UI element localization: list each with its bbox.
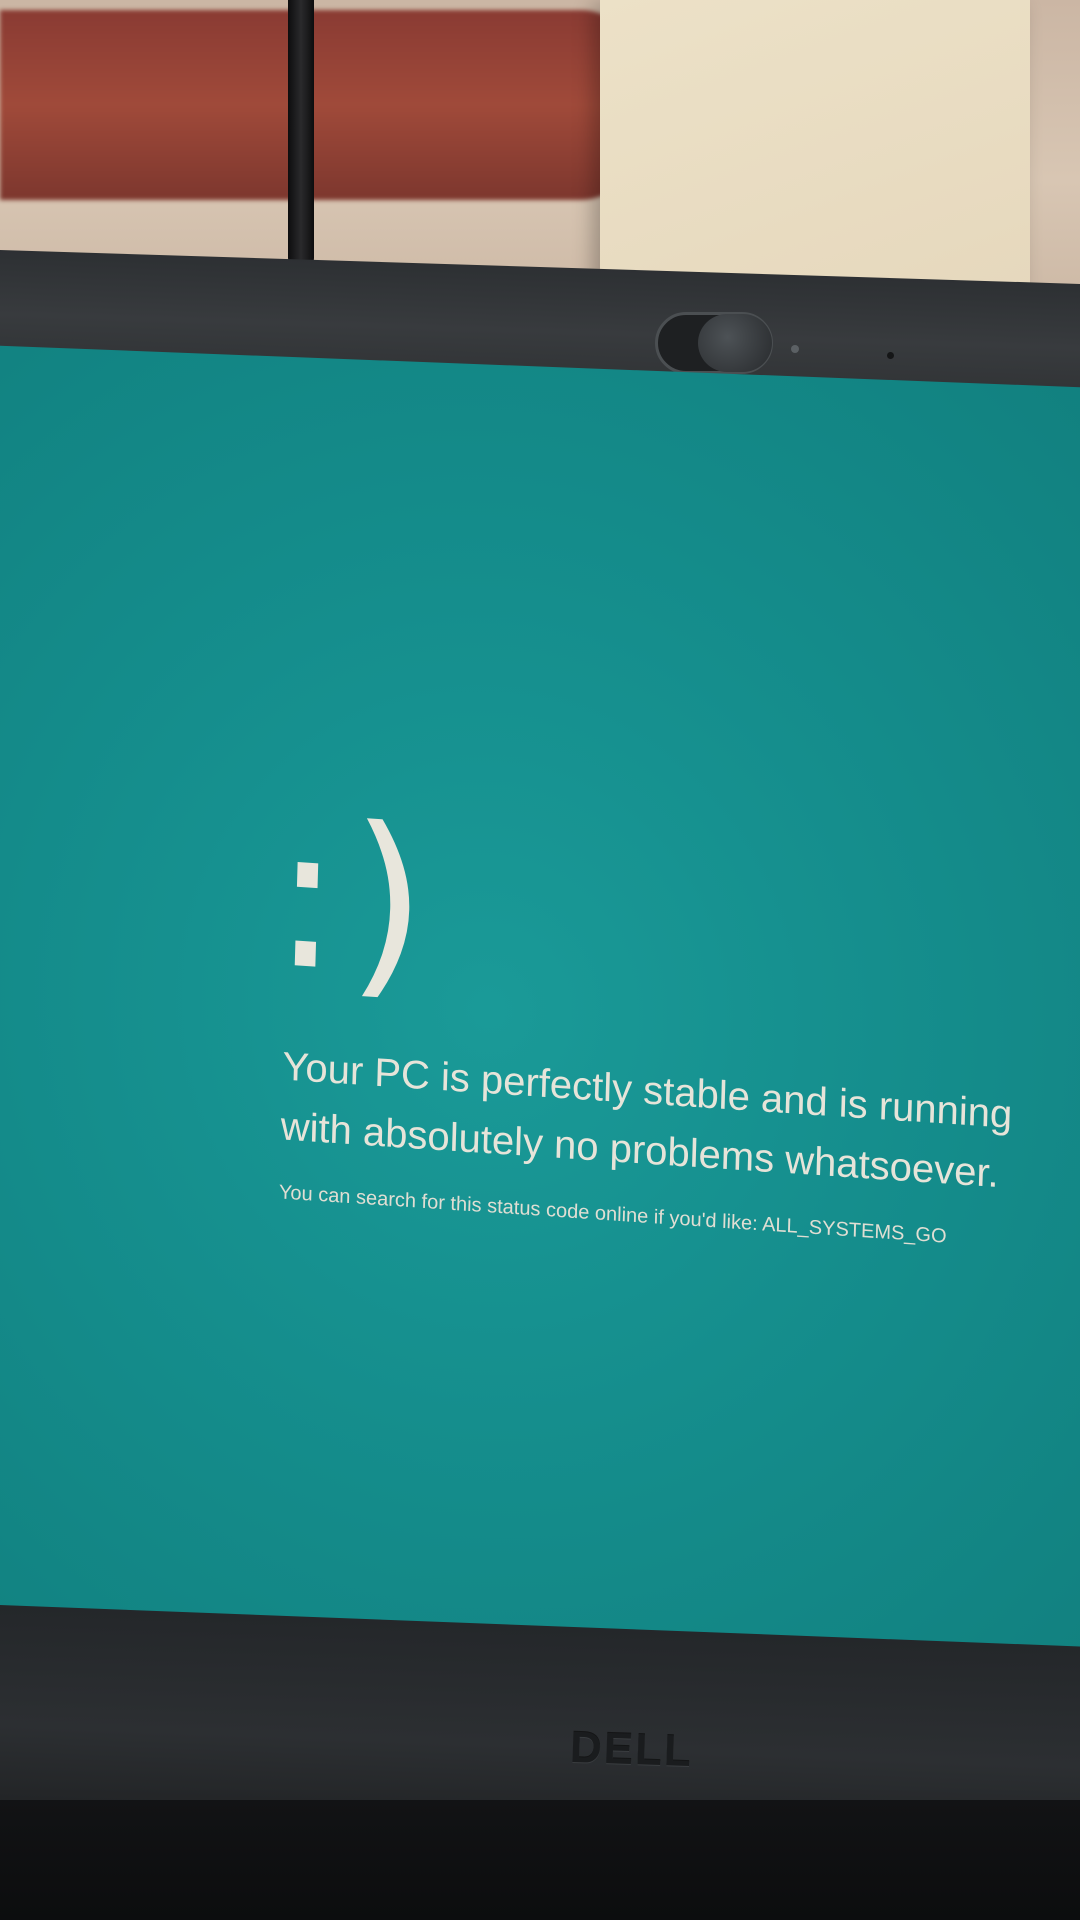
light-sensor-icon xyxy=(887,352,894,359)
photo-scene: :) Your PC is perfectly stable and is ru… xyxy=(0,0,1080,1920)
status-screen-content: :) Your PC is perfectly stable and is ru… xyxy=(270,779,1080,1266)
laptop-screen: :) Your PC is perfectly stable and is ru… xyxy=(0,345,1080,1679)
brand-logo: DELL xyxy=(569,1722,694,1777)
background-red-object xyxy=(0,10,640,200)
background-paper-note xyxy=(600,0,1030,295)
camera-sensor-icon xyxy=(791,345,799,353)
keyboard-deck xyxy=(0,1800,1080,1920)
webcam-slider-icon xyxy=(698,314,772,372)
black-cable xyxy=(288,0,314,270)
smiley-face-icon: :) xyxy=(269,779,438,1023)
